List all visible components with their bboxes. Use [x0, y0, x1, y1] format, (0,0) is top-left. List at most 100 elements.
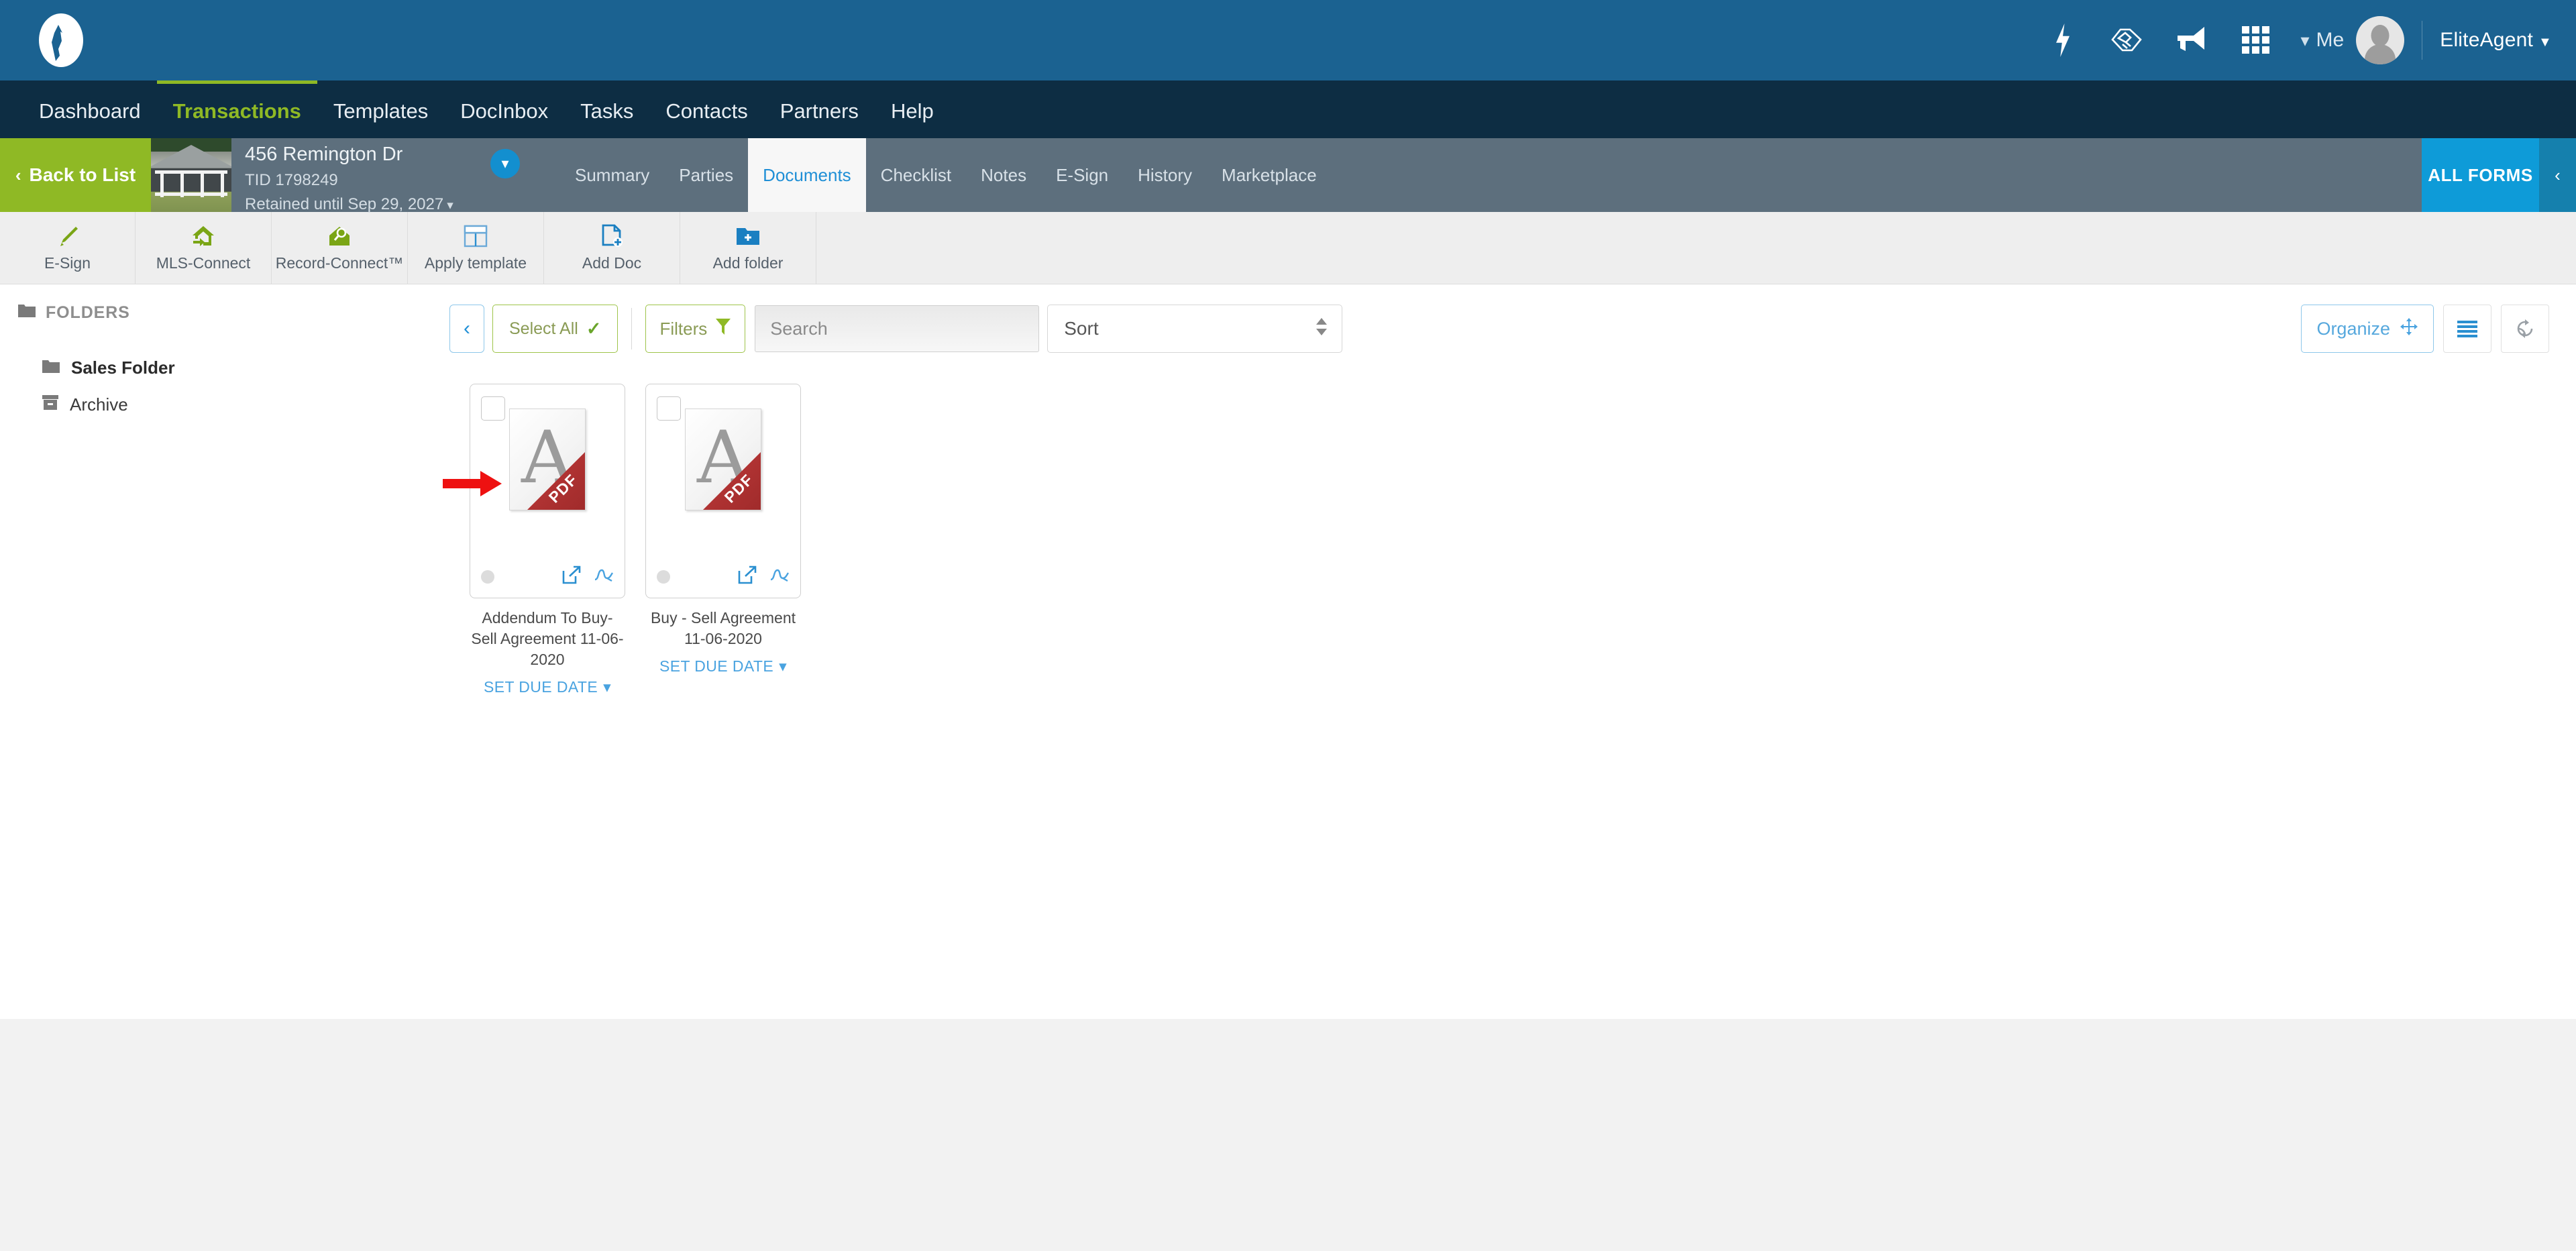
- tab-marketplace[interactable]: Marketplace: [1207, 138, 1332, 212]
- check-icon: ✓: [586, 318, 602, 339]
- set-due-date-label: SET DUE DATE: [483, 678, 598, 696]
- document-card-footer: [470, 565, 625, 588]
- chevron-down-icon: ▾: [447, 198, 453, 213]
- all-forms-button[interactable]: ALL FORMS: [2422, 138, 2539, 212]
- folder-icon: [42, 358, 60, 378]
- tab-checklist[interactable]: Checklist: [866, 138, 966, 212]
- filters-button[interactable]: Filters: [645, 305, 746, 353]
- nav-help[interactable]: Help: [875, 80, 950, 138]
- chevron-left-icon: ‹: [464, 317, 470, 339]
- megaphone-icon[interactable]: [2159, 8, 2224, 72]
- chevron-down-icon: ▼: [2538, 35, 2552, 50]
- nav-partners[interactable]: Partners: [764, 80, 875, 138]
- sidebar-item-label: Archive: [70, 394, 128, 415]
- mls-connect-button[interactable]: MLS-Connect: [136, 212, 272, 284]
- page-spacer: [0, 1019, 2576, 1251]
- signature-icon[interactable]: [769, 566, 790, 587]
- retention-date[interactable]: Retained until Sep 29, 2027 ▾: [245, 193, 547, 217]
- search-input[interactable]: Search: [755, 305, 1040, 352]
- filters-label: Filters: [659, 318, 708, 339]
- chevron-down-icon: ▾: [2300, 30, 2310, 50]
- transaction-subtabs: Summary Parties Documents Checklist Note…: [560, 138, 1332, 212]
- lightning-bolt-icon[interactable]: [2031, 8, 2095, 72]
- sort-arrows-icon: [1315, 317, 1328, 341]
- set-due-date-label: SET DUE DATE: [659, 657, 774, 675]
- add-doc-button[interactable]: Add Doc: [544, 212, 680, 284]
- set-due-date-button[interactable]: SET DUE DATE ▾: [470, 678, 625, 696]
- nav-dashboard[interactable]: Dashboard: [23, 80, 157, 138]
- expand-details-button[interactable]: ▾: [490, 149, 520, 178]
- tab-history[interactable]: History: [1123, 138, 1207, 212]
- me-menu[interactable]: ▾ Me: [2300, 29, 2344, 52]
- document-card: A PDF: [470, 384, 625, 696]
- refresh-button[interactable]: [2501, 305, 2549, 353]
- back-to-list-button[interactable]: ‹ Back to List: [0, 138, 151, 212]
- me-label: Me: [2316, 29, 2345, 51]
- tab-esign[interactable]: E-Sign: [1041, 138, 1123, 212]
- document-card-actions: [561, 565, 614, 588]
- sort-select[interactable]: Sort: [1047, 305, 1343, 353]
- house-import-icon: [191, 224, 216, 248]
- collapse-sidebar-button[interactable]: ‹: [449, 305, 484, 353]
- document-card-actions: [737, 565, 790, 588]
- document-checkbox[interactable]: [657, 396, 681, 421]
- document-checkbox[interactable]: [481, 396, 505, 421]
- view-controls: Organize: [2301, 305, 2576, 353]
- sidebar-item-sales-folder[interactable]: Sales Folder: [17, 349, 443, 386]
- nav-transactions[interactable]: Transactions: [156, 80, 317, 138]
- collapse-panel-button[interactable]: ‹: [2539, 138, 2576, 212]
- open-external-icon[interactable]: [737, 565, 757, 588]
- app-logo[interactable]: [32, 11, 90, 69]
- nav-tasks[interactable]: Tasks: [564, 80, 649, 138]
- organize-button[interactable]: Organize: [2301, 305, 2434, 353]
- select-all-button[interactable]: Select All ✓: [492, 305, 619, 353]
- apply-template-label: Apply template: [424, 254, 527, 272]
- tab-notes[interactable]: Notes: [966, 138, 1041, 212]
- account-menu[interactable]: EliteAgent ▼: [2440, 29, 2552, 52]
- document-card-body[interactable]: A PDF: [645, 384, 801, 598]
- all-forms-area: ALL FORMS ‹: [2422, 138, 2576, 212]
- tab-parties[interactable]: Parties: [664, 138, 748, 212]
- nav-templates[interactable]: Templates: [317, 80, 444, 138]
- documents-grid: A PDF Addendum To Buy-Sell Agreement 11-…: [443, 353, 2576, 696]
- mls-connect-label: MLS-Connect: [156, 254, 251, 272]
- main-content: FOLDERS Sales Folder Archive ‹ Select Al…: [0, 284, 2576, 1019]
- tab-documents[interactable]: Documents: [748, 138, 866, 212]
- template-grid-icon: [464, 224, 488, 248]
- esign-button[interactable]: E-Sign: [0, 212, 136, 284]
- sidebar-item-archive[interactable]: Archive: [17, 386, 443, 423]
- document-card: A PDF: [645, 384, 801, 696]
- add-folder-button[interactable]: Add folder: [680, 212, 816, 284]
- signature-icon[interactable]: [594, 566, 614, 587]
- chevron-down-icon: ▾: [779, 657, 788, 675]
- annotation-arrow: [443, 471, 502, 496]
- select-all-label: Select All: [509, 319, 578, 338]
- top-bar: ▾ Me EliteAgent ▼: [0, 0, 2576, 80]
- chevron-left-icon: ‹: [15, 164, 21, 185]
- sort-label: Sort: [1064, 318, 1099, 339]
- main-navigation: Dashboard Transactions Templates DocInbo…: [0, 80, 2576, 138]
- property-thumbnail: [151, 138, 231, 212]
- open-external-icon[interactable]: [561, 565, 582, 588]
- chevron-down-icon: ▾: [603, 678, 612, 696]
- folders-sidebar: FOLDERS Sales Folder Archive: [0, 284, 443, 1019]
- avatar[interactable]: [2356, 16, 2405, 64]
- folder-icon: [17, 303, 36, 323]
- list-view-button[interactable]: [2443, 305, 2491, 353]
- back-to-list-label: Back to List: [29, 164, 136, 185]
- document-name: Addendum To Buy-Sell Agreement 11-06-202…: [471, 609, 624, 669]
- nav-docinbox[interactable]: DocInbox: [444, 80, 564, 138]
- organize-label: Organize: [2316, 318, 2390, 339]
- tab-summary[interactable]: Summary: [560, 138, 664, 212]
- handshake-icon[interactable]: [2095, 8, 2159, 72]
- pen-icon: [56, 224, 80, 248]
- apps-grid-icon[interactable]: [2224, 8, 2288, 72]
- move-arrows-icon: [2400, 317, 2418, 341]
- nav-contacts[interactable]: Contacts: [649, 80, 763, 138]
- set-due-date-button[interactable]: SET DUE DATE ▾: [645, 657, 801, 675]
- add-doc-label: Add Doc: [582, 254, 642, 272]
- record-connect-button[interactable]: Record-Connect™: [272, 212, 408, 284]
- apply-template-button[interactable]: Apply template: [408, 212, 544, 284]
- folders-header-label: FOLDERS: [46, 303, 130, 322]
- folder-plus-icon: [735, 224, 761, 248]
